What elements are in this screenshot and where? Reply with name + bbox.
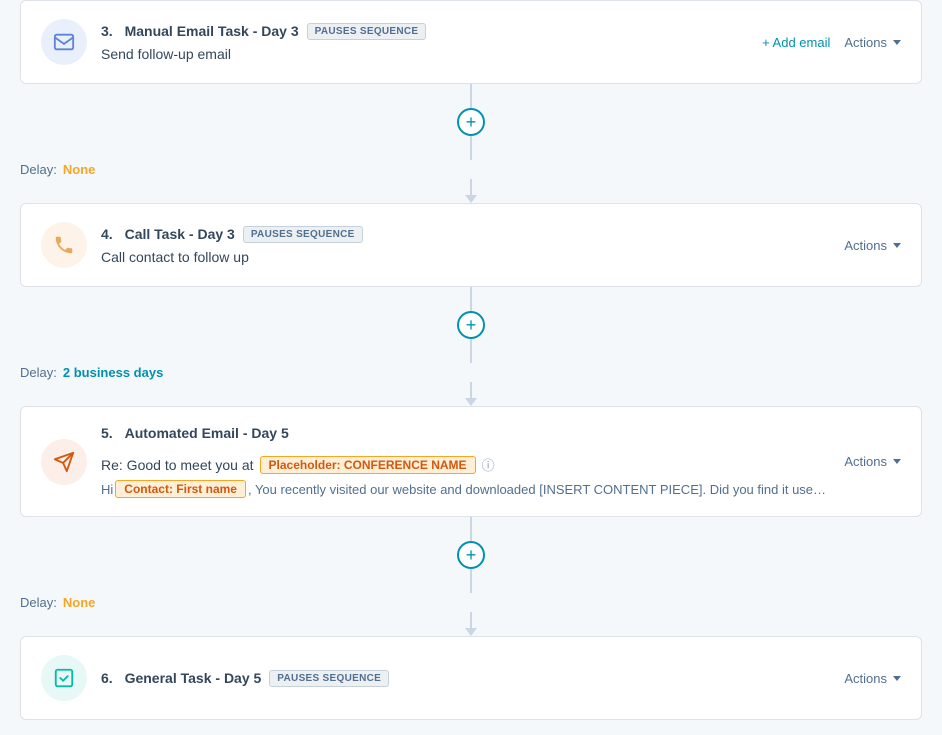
chevron-down-icon-4: [893, 243, 901, 248]
delay-value-3[interactable]: None: [63, 595, 96, 610]
step-left-5: 5. Automated Email - Day 5 Re: Good to m…: [41, 425, 826, 498]
connector-1b: [0, 179, 942, 203]
email-body-start: Hi: [101, 482, 113, 497]
step-type-3: Manual Email Task - Day 3: [121, 23, 299, 39]
connector-3: +: [0, 517, 942, 593]
placeholder-badge-conference: Placeholder: CONFERENCE NAME: [260, 456, 476, 474]
step-subtitle-3: Send follow-up email: [101, 46, 426, 62]
add-step-button-2[interactable]: +: [457, 311, 485, 339]
step-actions-4: Actions: [844, 238, 901, 253]
step-card-6: 6. General Task - Day 5 PAUSES SEQUENCE …: [20, 636, 922, 720]
chevron-down-icon-3: [893, 40, 901, 45]
step-left-6: 6. General Task - Day 5 PAUSES SEQUENCE: [41, 655, 389, 701]
step-icon-automated-email: [41, 439, 87, 485]
step-type-4: Call Task - Day 3: [121, 226, 235, 242]
step-icon-task: [41, 655, 87, 701]
actions-button-4[interactable]: Actions: [844, 238, 901, 253]
delay-row-2: Delay: 2 business days: [0, 363, 942, 382]
step-left-4: 4. Call Task - Day 3 PAUSES SEQUENCE Cal…: [41, 222, 363, 268]
step-card-5: 5. Automated Email - Day 5 Re: Good to m…: [20, 406, 922, 517]
step-title-6: 6.: [101, 670, 113, 686]
step-info-6: 6. General Task - Day 5 PAUSES SEQUENCE: [101, 670, 389, 687]
step-actions-5: Actions: [844, 454, 901, 469]
step-badge-4: PAUSES SEQUENCE: [243, 226, 363, 243]
delay-value-2[interactable]: 2 business days: [63, 365, 163, 380]
plus-icon-3: +: [466, 546, 477, 564]
step-header-6: 6. General Task - Day 5 PAUSES SEQUENCE …: [41, 655, 901, 701]
delay-label-3: Delay:: [20, 595, 57, 610]
add-step-button-3[interactable]: +: [457, 541, 485, 569]
connector-2: +: [0, 287, 942, 363]
step-icon-email: [41, 19, 87, 65]
step-info-3: 3. Manual Email Task - Day 3 PAUSES SEQU…: [101, 23, 426, 62]
email-preview-5: Re: Good to meet you at Placeholder: CON…: [101, 455, 826, 498]
connector-line-top-2: [470, 287, 472, 311]
actions-button-6[interactable]: Actions: [844, 671, 901, 686]
connector-1: +: [0, 84, 942, 160]
connector-line-1b: [470, 179, 472, 195]
connector-line-top-1: [470, 84, 472, 108]
step-badge-3: PAUSES SEQUENCE: [307, 23, 427, 40]
connector-line-3b: [470, 612, 472, 628]
delay-label-1: Delay:: [20, 162, 57, 177]
step-card-4: 4. Call Task - Day 3 PAUSES SEQUENCE Cal…: [20, 203, 922, 287]
step-card-3: 3. Manual Email Task - Day 3 PAUSES SEQU…: [20, 0, 922, 84]
step-title-5: 5.: [101, 425, 113, 441]
step-icon-call: [41, 222, 87, 268]
sequence-builder: 3. Manual Email Task - Day 3 PAUSES SEQU…: [0, 0, 942, 735]
add-email-button-3[interactable]: + Add email: [762, 35, 830, 50]
step-header-3: 3. Manual Email Task - Day 3 PAUSES SEQU…: [41, 19, 901, 65]
connector-line-2b: [470, 382, 472, 398]
arrow-down-icon-3: [465, 628, 477, 636]
step-left-3: 3. Manual Email Task - Day 3 PAUSES SEQU…: [41, 19, 426, 65]
step-title-row-5: 5. Automated Email - Day 5: [101, 425, 826, 441]
step-type-6: General Task - Day 5: [121, 670, 262, 686]
plus-icon-2: +: [466, 316, 477, 334]
step-header-4: 4. Call Task - Day 3 PAUSES SEQUENCE Cal…: [41, 222, 901, 268]
step-actions-6: Actions: [844, 671, 901, 686]
add-step-button-1[interactable]: +: [457, 108, 485, 136]
connector-line-bottom-3: [470, 569, 472, 593]
connector-line-bottom-2: [470, 339, 472, 363]
step-badge-6: PAUSES SEQUENCE: [269, 670, 389, 687]
chevron-down-icon-5: [893, 459, 901, 464]
plus-icon-1: +: [466, 113, 477, 131]
contact-token-badge: Contact: First name: [115, 480, 246, 498]
arrow-down-icon-2: [465, 398, 477, 406]
delay-label-2: Delay:: [20, 365, 57, 380]
step-title-4: 4.: [101, 226, 113, 242]
step-title-row-6: 6. General Task - Day 5 PAUSES SEQUENCE: [101, 670, 389, 687]
step-info-5: 5. Automated Email - Day 5 Re: Good to m…: [101, 425, 826, 498]
step-subtitle-4: Call contact to follow up: [101, 249, 363, 265]
connector-3b: [0, 612, 942, 636]
info-icon-5[interactable]: ⓘ: [482, 455, 495, 474]
step-header-5: 5. Automated Email - Day 5 Re: Good to m…: [41, 425, 901, 498]
actions-button-5[interactable]: Actions: [844, 454, 901, 469]
step-type-5: Automated Email - Day 5: [121, 425, 289, 441]
actions-button-3[interactable]: Actions: [844, 35, 901, 50]
email-subject-prefix: Re: Good to meet you at: [101, 457, 254, 473]
step-title-3: 3.: [101, 23, 113, 39]
step-title-row-3: 3. Manual Email Task - Day 3 PAUSES SEQU…: [101, 23, 426, 40]
delay-value-1[interactable]: None: [63, 162, 96, 177]
email-subject-5: Re: Good to meet you at Placeholder: CON…: [101, 455, 826, 474]
step-title-row-4: 4. Call Task - Day 3 PAUSES SEQUENCE: [101, 226, 363, 243]
email-body-rest: , You recently visited our website and d…: [248, 482, 826, 497]
delay-row-3: Delay: None: [0, 593, 942, 612]
delay-row-1: Delay: None: [0, 160, 942, 179]
arrow-down-icon-1: [465, 195, 477, 203]
connector-line-bottom-1: [470, 136, 472, 160]
connector-line-top-3: [470, 517, 472, 541]
email-body-5: Hi Contact: First name , You recently vi…: [101, 480, 826, 498]
step-info-4: 4. Call Task - Day 3 PAUSES SEQUENCE Cal…: [101, 226, 363, 265]
connector-2b: [0, 382, 942, 406]
step-actions-3: + Add email Actions: [762, 35, 901, 50]
chevron-down-icon-6: [893, 676, 901, 681]
